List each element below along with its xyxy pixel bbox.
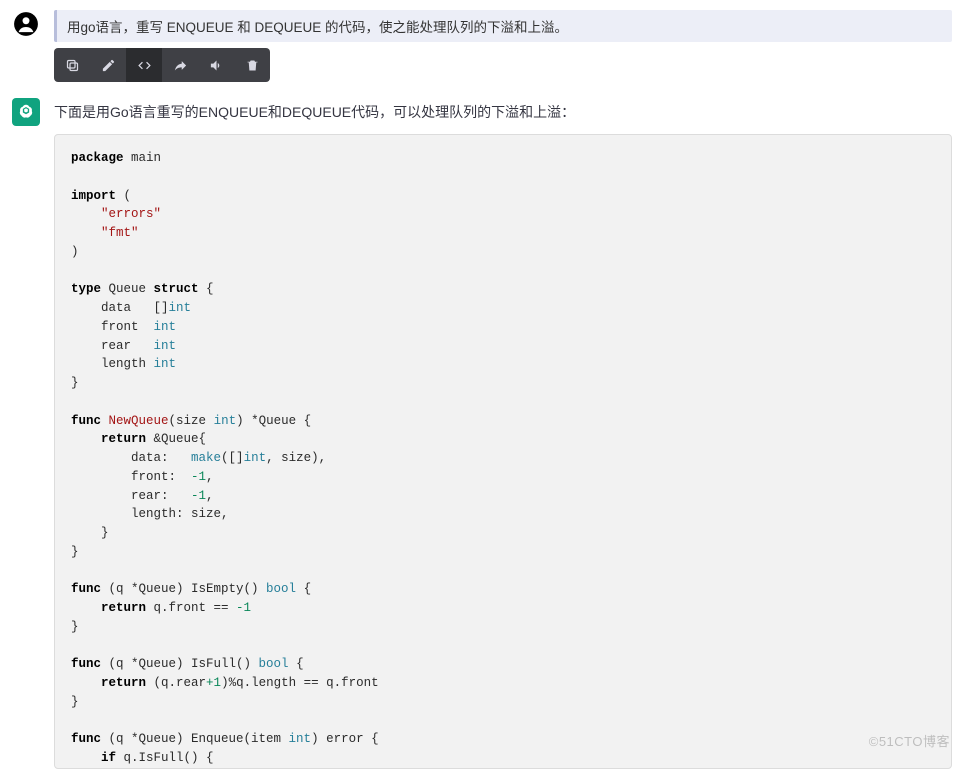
- edit-button[interactable]: [90, 48, 126, 82]
- copy-icon: [65, 58, 80, 73]
- user-text: 用go语言，重写 ENQUEUE 和 DEQUEUE 的代码，使之能处理队列的下…: [54, 10, 952, 42]
- openai-icon: [17, 103, 35, 121]
- message-toolbar: [54, 48, 270, 82]
- assistant-message-row: 下面是用Go语言重写的ENQUEUE和DEQUEUE代码，可以处理队列的下溢和上…: [0, 88, 964, 769]
- person-icon: [13, 11, 39, 37]
- delete-button[interactable]: [234, 48, 270, 82]
- copy-button[interactable]: [54, 48, 90, 82]
- code-content: package main import ( "errors" "fmt" ) t…: [55, 135, 951, 768]
- assistant-bubble: 下面是用Go语言重写的ENQUEUE和DEQUEUE代码，可以处理队列的下溢和上…: [54, 98, 952, 769]
- assistant-intro: 下面是用Go语言重写的ENQUEUE和DEQUEUE代码，可以处理队列的下溢和上…: [54, 98, 952, 122]
- code-icon: [137, 58, 152, 73]
- volume-button[interactable]: [198, 48, 234, 82]
- user-bubble: 用go语言，重写 ENQUEUE 和 DEQUEUE 的代码，使之能处理队列的下…: [54, 10, 952, 82]
- share-icon: [173, 58, 188, 73]
- watermark: ©51CTO博客: [869, 731, 950, 750]
- trash-icon: [245, 58, 260, 73]
- code-block: package main import ( "errors" "fmt" ) t…: [54, 134, 952, 769]
- share-button[interactable]: [162, 48, 198, 82]
- user-message-row: 用go语言，重写 ENQUEUE 和 DEQUEUE 的代码，使之能处理队列的下…: [0, 0, 964, 82]
- volume-icon: [209, 58, 224, 73]
- pencil-icon: [101, 58, 116, 73]
- assistant-avatar: [12, 98, 40, 126]
- code-button[interactable]: [126, 48, 162, 82]
- user-avatar: [12, 10, 40, 38]
